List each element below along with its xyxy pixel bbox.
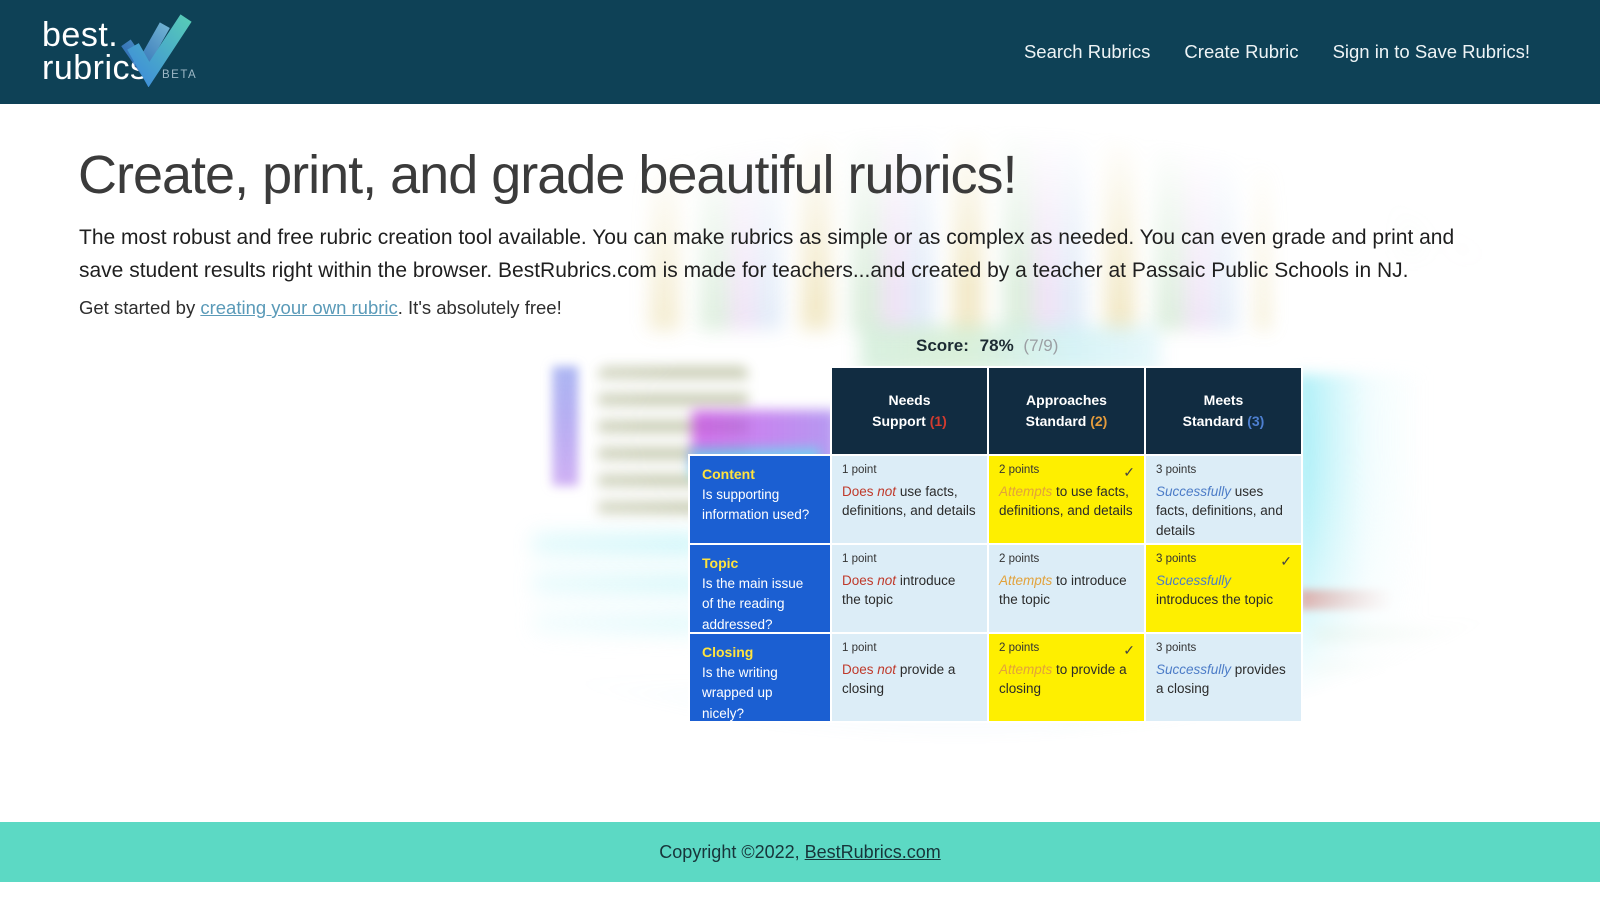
rubric-text-segment: Successfully xyxy=(1156,484,1231,499)
beta-badge: BETA xyxy=(162,69,197,81)
cell-description: Attempts to provide a closing xyxy=(999,660,1134,699)
rubric-text-segment: not xyxy=(877,662,896,677)
score-fraction: (7/9) xyxy=(1023,336,1058,355)
cta-suffix: . It's absolutely free! xyxy=(398,297,562,318)
cell-description: Does not use facts, definitions, and det… xyxy=(842,482,977,521)
rubric-text-segment: Does xyxy=(842,573,877,588)
rubric-column-headers: NeedsSupport (1)ApproachesStandard (2)Me… xyxy=(830,366,1303,454)
cell-points-label: 2 points xyxy=(999,462,1134,479)
bg-red-streak xyxy=(1300,590,1395,610)
bg-blue-band xyxy=(552,366,578,486)
score-line: Score: 78% (7/9) xyxy=(916,336,1304,356)
rubric-cell: 2 points✓Attempts to use facts, definiti… xyxy=(989,456,1144,543)
get-started-line: Get started by creating your own rubric.… xyxy=(79,297,562,319)
score-value: 78% xyxy=(980,336,1014,355)
rubric-text-segment: not xyxy=(877,484,896,499)
hero-description: The most robust and free rubric creation… xyxy=(79,222,1499,287)
cell-description: Successfully uses facts, definitions, an… xyxy=(1156,482,1291,541)
rubric-row-question: Is the writing wrapped up nicely? xyxy=(702,665,778,721)
rubric-cell: 1 point Does not use facts, definitions, … xyxy=(832,456,987,543)
cell-points-label: 1 point xyxy=(842,551,977,568)
rubric-text-segment: Successfully xyxy=(1156,662,1231,677)
rubric-row-header: TopicIs the main issue of the reading ad… xyxy=(690,545,830,632)
create-rubric-link[interactable]: creating your own rubric xyxy=(200,297,397,318)
rubric-cell: 2 points Attempts to introduce the topic xyxy=(989,545,1144,632)
nav-search-rubrics[interactable]: Search Rubrics xyxy=(1024,41,1150,63)
brand-logo[interactable]: best. rubrics BETA xyxy=(42,9,262,95)
rubric-row-title: Content xyxy=(702,464,818,485)
rubric-cell: 3 points Successfully uses facts, definit… xyxy=(1146,456,1301,543)
selected-check-icon: ✓ xyxy=(1280,551,1292,571)
rubric-text-segment: Does xyxy=(842,484,877,499)
rubric-cell: 1 point Does not provide a closing xyxy=(832,634,987,721)
rubric-cell: 3 points Successfully provides a closing xyxy=(1146,634,1301,721)
cell-points-label: 3 points xyxy=(1156,640,1291,657)
rubric-row-title: Topic xyxy=(702,553,818,574)
rubric-body: ContentIs supporting information used?1 … xyxy=(688,454,1303,723)
rubric-text-segment: introduces the topic xyxy=(1156,592,1273,607)
bg-top-burst xyxy=(630,104,1270,330)
cell-points-label: 3 points xyxy=(1156,551,1291,568)
cell-description: Does not introduce the topic xyxy=(842,571,977,610)
cell-description: Attempts to introduce the topic xyxy=(999,571,1134,610)
cell-description: Attempts to use facts, definitions, and … xyxy=(999,482,1134,521)
rubric-demo-image: Score: 78% (7/9) NeedsSupport (1)Approac… xyxy=(688,336,1304,723)
page-title: Create, print, and grade beautiful rubri… xyxy=(78,144,1017,206)
rubric-row-header: ContentIs supporting information used? xyxy=(690,456,830,543)
rubric-text-segment: Attempts xyxy=(999,662,1052,677)
column-points-number: (2) xyxy=(1090,413,1107,429)
rubric-row-question: Is supporting information used? xyxy=(702,487,809,522)
rubric-row-question: Is the main issue of the reading address… xyxy=(702,576,803,632)
rubric-text-segment: Successfully xyxy=(1156,573,1231,588)
rubric-cell: 2 points✓Attempts to provide a closing xyxy=(989,634,1144,721)
selected-check-icon: ✓ xyxy=(1123,462,1135,482)
rubric-cell: 3 points✓Successfully introduces the top… xyxy=(1146,545,1301,632)
column-points-number: (1) xyxy=(930,413,947,429)
main-nav: Search Rubrics Create Rubric Sign in to … xyxy=(1024,41,1530,63)
cell-description: Does not provide a closing xyxy=(842,660,977,699)
cell-points-label: 1 point xyxy=(842,462,977,479)
rubric-text-segment: Attempts xyxy=(999,484,1052,499)
cell-description: Successfully introduces the topic xyxy=(1156,571,1291,610)
nav-sign-in[interactable]: Sign in to Save Rubrics! xyxy=(1333,41,1530,63)
selected-check-icon: ✓ xyxy=(1123,640,1135,660)
rubric-row-header: ClosingIs the writing wrapped up nicely? xyxy=(690,634,830,721)
rubric-text-segment: Attempts xyxy=(999,573,1052,588)
hero-section: Create, print, and grade beautiful rubri… xyxy=(0,104,1600,822)
rubric-row-title: Closing xyxy=(702,642,818,663)
rubric-text-segment: not xyxy=(877,573,896,588)
cell-points-label: 2 points xyxy=(999,640,1134,657)
nav-create-rubric[interactable]: Create Rubric xyxy=(1184,41,1298,63)
column-points-number: (3) xyxy=(1247,413,1264,429)
rubric-column-header: MeetsStandard (3) xyxy=(1146,368,1301,454)
site-header: best. rubrics BETA Search Rubrics Create xyxy=(0,0,1600,104)
footer-site-link[interactable]: BestRubrics.com xyxy=(805,842,941,863)
cell-description: Successfully provides a closing xyxy=(1156,660,1291,699)
cell-points-label: 3 points xyxy=(1156,462,1291,479)
cell-points-label: 1 point xyxy=(842,640,977,657)
cell-points-label: 2 points xyxy=(999,551,1134,568)
rubric-column-header: ApproachesStandard (2) xyxy=(989,368,1144,454)
cta-prefix: Get started by xyxy=(79,297,200,318)
rubric-cell: 1 point Does not introduce the topic xyxy=(832,545,987,632)
rubric-column-header: NeedsSupport (1) xyxy=(832,368,987,454)
bg-left-cyan-streaks xyxy=(532,534,702,654)
bg-green-streaks xyxy=(1315,628,1515,702)
site-footer: Copyright ©2022, BestRubrics.com xyxy=(0,822,1600,882)
copyright-text: Copyright ©2022, xyxy=(659,842,799,863)
rubric-text-segment: Does xyxy=(842,662,877,677)
score-label: Score: xyxy=(916,336,969,355)
